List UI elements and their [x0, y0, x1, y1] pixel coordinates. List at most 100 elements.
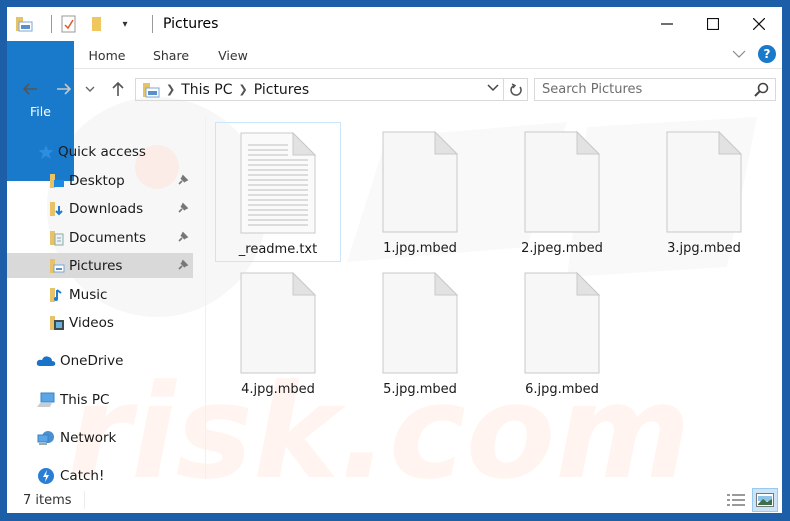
nav-item-downloads[interactable]: Downloads [7, 196, 193, 221]
pin-icon[interactable] [177, 231, 189, 247]
status-divider [83, 491, 85, 509]
recent-locations-button[interactable] [83, 78, 97, 100]
tab-home[interactable]: Home [79, 41, 135, 69]
address-history-dropdown-icon[interactable] [487, 82, 499, 95]
window-controls [644, 7, 782, 41]
tab-view[interactable]: View [205, 41, 261, 69]
nav-item-desktop[interactable]: Desktop [7, 168, 193, 193]
blank-file-icon [382, 130, 459, 233]
desktop-folder-icon [49, 173, 65, 189]
nav-label: This PC [60, 391, 110, 408]
ribbon-right-controls: ? [732, 44, 776, 63]
customize-toolbar-dropdown-icon[interactable]: ▾ [116, 15, 134, 33]
nav-onedrive[interactable]: OneDrive [7, 348, 193, 373]
nav-quick-access[interactable]: Quick access [7, 139, 193, 164]
close-button[interactable] [736, 7, 782, 41]
pin-icon[interactable] [177, 259, 189, 275]
quick-access-toolbar: ▾ Pictures [7, 7, 218, 41]
new-folder-icon[interactable] [88, 15, 106, 33]
nav-this-pc[interactable]: This PC [7, 387, 193, 412]
toolbar-separator [152, 15, 153, 33]
address-bar[interactable]: ❯ This PC ❯ Pictures [135, 78, 528, 101]
breadcrumb-chevron-icon[interactable]: ❯ [239, 83, 248, 96]
nav-network[interactable]: Network [7, 425, 193, 450]
file-item[interactable]: 1.jpg.mbed [357, 122, 483, 262]
view-toggle [720, 488, 778, 512]
properties-icon[interactable] [60, 15, 78, 33]
documents-folder-icon [49, 230, 65, 246]
file-name: 3.jpg.mbed [667, 241, 741, 256]
forward-arrow-icon [57, 83, 72, 95]
pane-splitter[interactable] [205, 117, 206, 479]
minimize-button[interactable] [644, 7, 690, 41]
window-title: Pictures [163, 16, 219, 32]
file-item[interactable]: 6.jpg.mbed [499, 263, 625, 403]
pin-icon[interactable] [177, 202, 189, 218]
nav-label: Catch! [60, 467, 105, 484]
pictures-folder-icon [15, 15, 33, 33]
breadcrumb-this-pc[interactable]: This PC [181, 82, 232, 98]
nav-item-videos[interactable]: Videos [7, 310, 193, 335]
breadcrumb-chevron-icon[interactable]: ❯ [166, 83, 175, 96]
title-bar: ▾ Pictures [7, 7, 782, 41]
large-icons-view-button[interactable] [752, 488, 778, 512]
downloads-folder-icon [49, 201, 65, 217]
search-box[interactable] [534, 78, 776, 101]
details-view-button[interactable] [723, 488, 749, 512]
navigation-bar: ❯ This PC ❯ Pictures [7, 70, 782, 110]
catch-icon [36, 467, 56, 484]
nav-label: Network [60, 429, 117, 446]
nav-label: Videos [69, 314, 114, 331]
file-name: 4.jpg.mbed [241, 382, 315, 397]
file-name: _readme.txt [238, 242, 318, 257]
text-file-icon [240, 131, 317, 234]
navigation-pane: Quick access Desktop Downloads Documents… [7, 110, 201, 485]
nav-catch[interactable]: Catch! [7, 463, 193, 488]
file-item[interactable]: 4.jpg.mbed [215, 263, 341, 403]
close-icon [753, 18, 765, 30]
expand-ribbon-chevron-icon[interactable] [732, 44, 746, 63]
blank-file-icon [666, 130, 743, 233]
pictures-folder-icon [142, 82, 160, 98]
nav-label: Quick access [58, 143, 146, 160]
nav-label: OneDrive [60, 352, 124, 369]
chevron-down-icon [85, 86, 95, 92]
file-item[interactable]: 3.jpg.mbed [641, 122, 767, 262]
file-name: 5.jpg.mbed [383, 382, 457, 397]
back-arrow-icon [22, 83, 37, 95]
forward-button[interactable] [53, 78, 75, 100]
music-folder-icon [49, 287, 65, 303]
up-button[interactable] [107, 78, 129, 100]
nav-label: Music [69, 286, 108, 303]
search-icon[interactable] [753, 82, 769, 102]
maximize-button[interactable] [690, 7, 736, 41]
pictures-folder-icon [49, 258, 65, 274]
file-name: 1.jpg.mbed [383, 241, 457, 256]
file-list: _readme.txt 1.jpg.mbed 2.jpeg.mbed 3.jpg… [207, 110, 782, 485]
help-button[interactable]: ? [758, 44, 776, 63]
search-input[interactable] [535, 82, 745, 97]
minimize-icon [661, 23, 673, 25]
nav-item-music[interactable]: Music [7, 282, 193, 307]
refresh-button[interactable] [503, 79, 527, 100]
blank-file-icon [524, 271, 601, 374]
breadcrumb-pictures[interactable]: Pictures [254, 82, 309, 98]
nav-item-pictures[interactable]: Pictures [7, 253, 193, 278]
file-item[interactable]: 5.jpg.mbed [357, 263, 483, 403]
details-view-icon [727, 494, 745, 506]
back-button[interactable] [19, 78, 41, 100]
quick-access-star-icon [38, 144, 54, 160]
onedrive-icon [36, 353, 56, 369]
blank-file-icon [240, 271, 317, 374]
this-pc-icon [36, 392, 56, 408]
tab-share[interactable]: Share [143, 41, 199, 69]
blank-file-icon [382, 271, 459, 374]
file-item[interactable]: 2.jpeg.mbed [499, 122, 625, 262]
pin-icon[interactable] [177, 174, 189, 190]
network-icon [36, 430, 56, 446]
file-item[interactable]: _readme.txt [215, 122, 341, 262]
refresh-icon [509, 82, 522, 96]
maximize-icon [707, 18, 719, 30]
nav-item-documents[interactable]: Documents [7, 225, 193, 250]
status-bar: 7 items [7, 487, 782, 513]
